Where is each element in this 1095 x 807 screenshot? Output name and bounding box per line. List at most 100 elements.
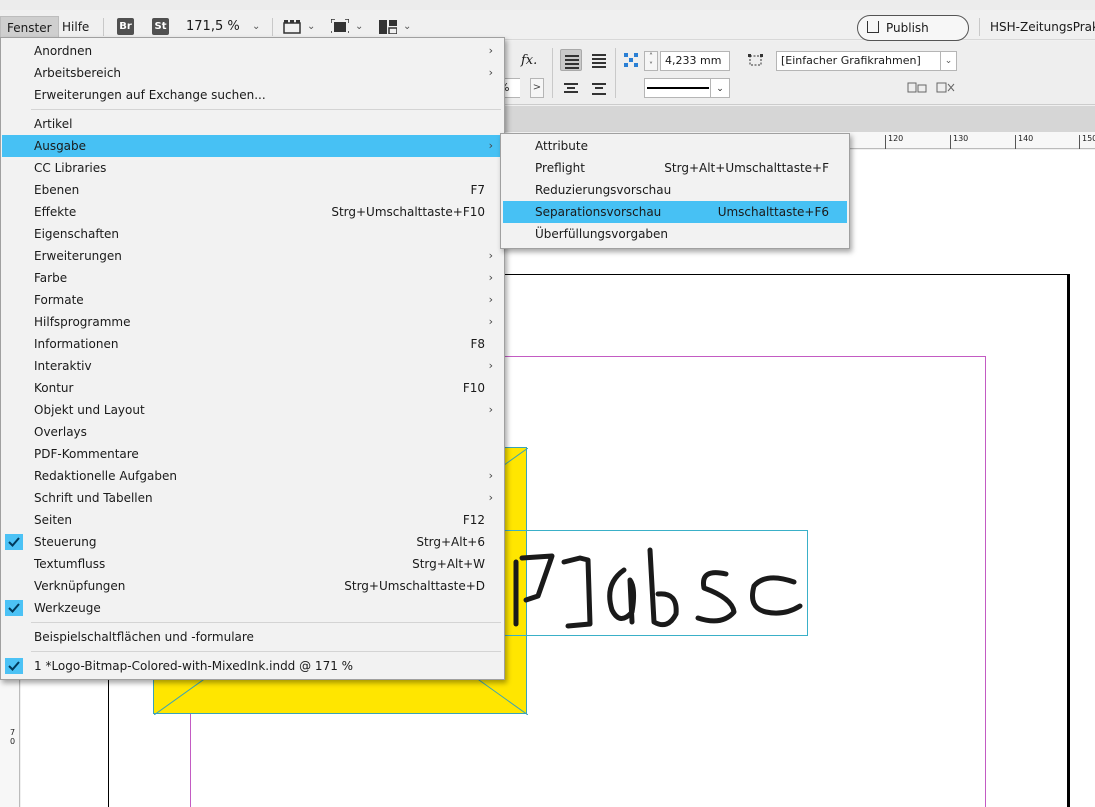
screen-mode-icon[interactable] (283, 20, 301, 34)
checkmark-icon (5, 658, 23, 674)
chevron-down-icon[interactable]: ⌄ (403, 21, 411, 32)
submenu-item-separationsvorschau[interactable]: Separationsvorschau Umschalttaste+F6 (503, 201, 847, 223)
clear-override-icon[interactable] (936, 82, 956, 94)
align-bottom-icon[interactable] (588, 77, 610, 99)
chevron-right-icon: › (488, 359, 493, 372)
stroke-weight-field[interactable]: 4,233 mm (660, 51, 730, 71)
menu-item-label: PDF-Kommentare (34, 447, 139, 461)
menu-item-label: Attribute (535, 139, 588, 153)
menu-item-overlays[interactable]: Overlays (2, 421, 503, 443)
fitting-icon[interactable] (907, 82, 929, 94)
menu-item-label: Preflight (535, 161, 585, 175)
menu-hilfe[interactable]: Hilfe (56, 16, 95, 38)
menu-shortcut: Strg+Alt+W (412, 557, 485, 571)
publish-online-button[interactable]: Publish Online (857, 15, 969, 59)
menu-item-hilfsprogramme[interactable]: Hilfsprogramme › (2, 311, 503, 333)
submenu-item-attribute[interactable]: Attribute (503, 135, 847, 157)
menu-item-verknuepfungen[interactable]: Verknüpfungen Strg+Umschalttaste+D (2, 575, 503, 597)
menu-item-seiten[interactable]: Seiten F12 (2, 509, 503, 531)
menu-item-redaktionelle-aufgaben[interactable]: Redaktionelle Aufgaben › (2, 465, 503, 487)
menu-shortcut: F12 (462, 513, 485, 527)
menu-shortcut: F10 (462, 381, 485, 395)
menu-item-kontur[interactable]: Kontur F10 (2, 377, 503, 399)
menu-item-farbe[interactable]: Farbe › (2, 267, 503, 289)
bridge-button[interactable]: Br (117, 18, 134, 35)
menu-item-cc-libraries[interactable]: CC Libraries (2, 157, 503, 179)
chevron-right-icon: › (488, 249, 493, 262)
menu-item-formate[interactable]: Formate › (2, 289, 503, 311)
chevron-down-icon[interactable]: ⌄ (307, 21, 315, 32)
submenu-item-preflight[interactable]: Preflight Strg+Alt+Umschalttaste+F (503, 157, 847, 179)
menu-separator (31, 651, 501, 652)
menu-item-pdf-kommentare[interactable]: PDF-Kommentare (2, 443, 503, 465)
menu-fenster[interactable]: Fenster (0, 16, 59, 38)
view-options-icon[interactable] (331, 19, 349, 33)
ruler-tick (1079, 135, 1080, 149)
menu-item-eigenschaften[interactable]: Eigenschaften (2, 223, 503, 245)
menu-item-open-document[interactable]: 1 *Logo-Bitmap-Colored-with-MixedInk.ind… (2, 655, 503, 677)
menu-item-artikel[interactable]: Artikel (2, 113, 503, 135)
chevron-down-icon[interactable]: ⌄ (710, 78, 730, 98)
menu-item-label: Eigenschaften (34, 227, 120, 241)
ruler-label-130: 130 (953, 134, 969, 143)
menu-item-beispielschaltflaechen[interactable]: Beispielschaltflächen und -formulare (2, 626, 503, 648)
object-style-icon[interactable] (748, 54, 764, 68)
zoom-level[interactable]: 171,5 % (186, 16, 240, 38)
object-style-select[interactable]: [Einfacher Grafikrahmen] (776, 51, 957, 71)
menu-item-label: Reduzierungsvorschau (535, 183, 672, 197)
align-text-icon[interactable] (588, 49, 610, 71)
menu-item-label: Redaktionelle Aufgaben (34, 469, 177, 483)
title-strip (0, 0, 1095, 10)
menu-item-steuerung[interactable]: Steuerung Strg+Alt+6 (2, 531, 503, 553)
align-center-icon[interactable] (560, 77, 582, 99)
chevron-right-icon[interactable]: > (530, 78, 544, 98)
menu-item-anordnen[interactable]: Anordnen › (2, 40, 503, 62)
menu-item-label: Beispielschaltflächen und -formulare (34, 630, 254, 644)
divider (615, 48, 616, 98)
menu-item-ebenen[interactable]: Ebenen F7 (2, 179, 503, 201)
ruler-label-140: 140 (1018, 134, 1034, 143)
menu-item-label: Informationen (34, 337, 119, 351)
menu-item-label: Erweiterungen (34, 249, 122, 263)
menu-item-arbeitsbereich[interactable]: Arbeitsbereich › (2, 62, 503, 84)
menu-item-label: Seiten (34, 513, 73, 527)
menu-item-label: Schrift und Tabellen (34, 491, 153, 505)
divider (979, 18, 980, 36)
menu-item-label: Verknüpfungen (34, 579, 126, 593)
effects-button[interactable]: fx. (521, 53, 537, 68)
chevron-right-icon: › (488, 315, 493, 328)
menu-item-label: Werkzeuge (34, 601, 101, 615)
chevron-down-icon[interactable]: ⌄ (355, 21, 363, 32)
menu-item-erweiterungen-exchange[interactable]: Erweiterungen auf Exchange suchen... (2, 84, 503, 106)
chevron-right-icon: › (488, 271, 493, 284)
submenu-item-reduzierungsvorschau[interactable]: Reduzierungsvorschau (503, 179, 847, 201)
menu-item-informationen[interactable]: Informationen F8 (2, 333, 503, 355)
menu-item-werkzeuge[interactable]: Werkzeuge (2, 597, 503, 619)
checkmark-icon (5, 534, 23, 550)
chevron-right-icon: › (488, 66, 493, 79)
arrange-documents-icon[interactable] (379, 20, 397, 34)
menu-item-ausgabe[interactable]: Ausgabe › (2, 135, 503, 157)
chevron-down-icon[interactable]: ⌄ (940, 51, 956, 71)
ruler-label-120: 120 (888, 134, 904, 143)
menu-item-interaktiv[interactable]: Interaktiv › (2, 355, 503, 377)
chevron-right-icon: › (488, 293, 493, 306)
wrap-text-icon[interactable] (560, 49, 582, 71)
menu-item-label: Steuerung (34, 535, 97, 549)
submenu-item-ueberfuellungsvorgaben[interactable]: Überfüllungsvorgaben (503, 223, 847, 245)
reference-point-icon[interactable] (624, 53, 638, 67)
stock-button[interactable]: St (152, 18, 169, 35)
indesign-window: { "menubar": { "items": [ {"label": "Fen… (0, 0, 1095, 807)
ruler-label-70: 70 (10, 728, 16, 746)
menu-item-textumfluss[interactable]: Textumfluss Strg+Alt+W (2, 553, 503, 575)
chevron-down-icon[interactable]: ⌄ (252, 21, 260, 32)
menu-item-effekte[interactable]: Effekte Strg+Umschalttaste+F10 (2, 201, 503, 223)
menu-item-label: 1 *Logo-Bitmap-Colored-with-MixedInk.ind… (34, 659, 354, 673)
menu-item-label: Interaktiv (34, 359, 92, 373)
menu-item-schrift-und-tabellen[interactable]: Schrift und Tabellen › (2, 487, 503, 509)
stroke-stepper[interactable]: ˄ ˅ (644, 51, 658, 71)
document-title: HSH-ZeitungsPrakti (990, 20, 1095, 34)
menu-item-erweiterungen[interactable]: Erweiterungen › (2, 245, 503, 267)
menu-separator (31, 622, 501, 623)
menu-item-objekt-und-layout[interactable]: Objekt und Layout › (2, 399, 503, 421)
